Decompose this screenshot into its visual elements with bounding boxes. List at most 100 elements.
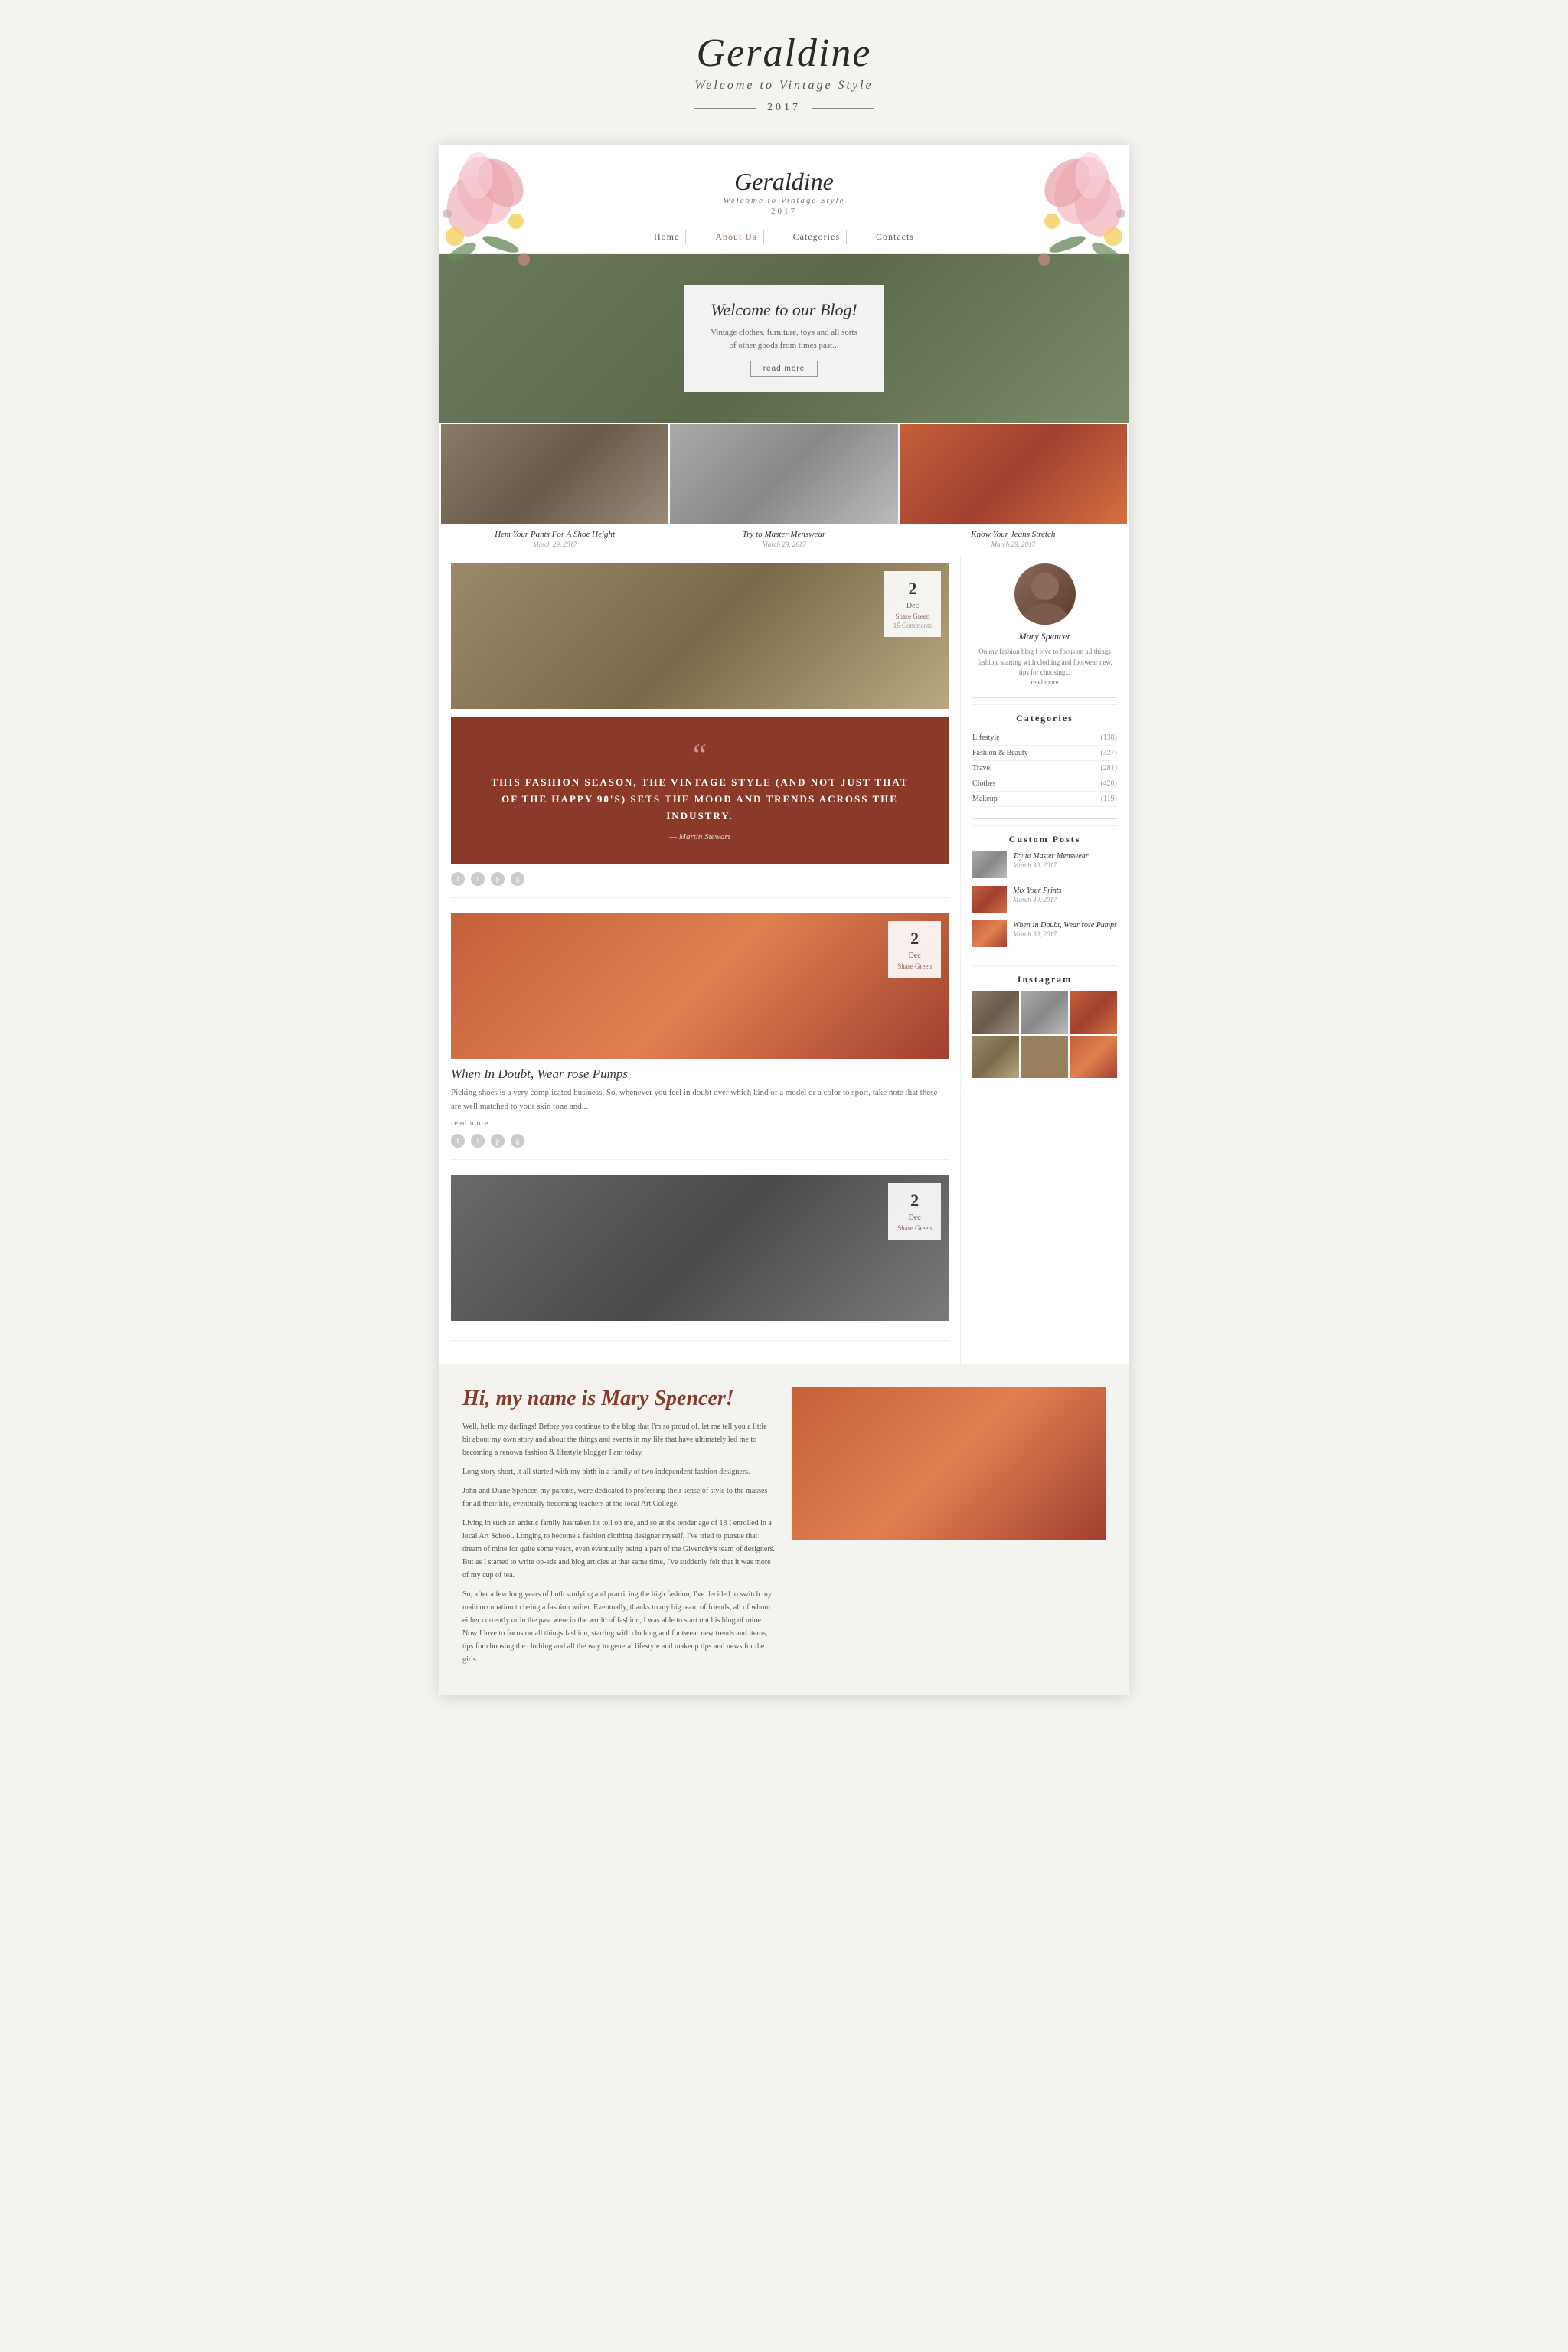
post-month-1: Dec [893, 601, 932, 612]
hero-section: Welcome to our Blog! Vintage clothes, fu… [439, 254, 1129, 423]
thumb-date-1: March 29, 2017 [441, 541, 668, 554]
post-comments-1: 15 Comments [893, 621, 932, 631]
post-image-1: 2 Dec Share Green 15 Comments [451, 564, 949, 709]
instagram-grid [972, 991, 1117, 1078]
category-makeup-count: (119) [1101, 795, 1117, 803]
about-heading: Hi, my name is Mary Spencer! [462, 1387, 776, 1411]
post-cat-1: Share Green [893, 612, 932, 622]
nav-home[interactable]: Home [648, 230, 686, 244]
post-social-icons-2: f t p g [451, 1134, 949, 1148]
thumb-date-2: March 29, 2017 [670, 541, 897, 554]
nav-contacts[interactable]: Contacts [870, 230, 920, 244]
thumb-post-3[interactable]: Know Your Jeans Stretch March 29, 2017 [900, 424, 1127, 554]
category-fashion-label: Fashion & Beauty [972, 749, 1028, 757]
category-lifestyle[interactable]: Lifestyle (138) [972, 730, 1117, 746]
post-cat-3: Share Green [897, 1223, 932, 1233]
custom-post-info-3: When In Doubt, Wear rose Pumps March 30,… [1013, 920, 1117, 938]
custom-post-2[interactable]: Mix Your Prints March 30, 2017 [972, 886, 1117, 913]
thumb-post-1[interactable]: Hem Your Pants For A Shoe Height March 2… [441, 424, 668, 554]
thumb-post-2[interactable]: Try to Master Menswear March 29, 2017 [670, 424, 897, 554]
thumb-title-2: Try to Master Menswear [670, 524, 897, 541]
custom-post-title-1: Try to Master Menswear [1013, 851, 1117, 861]
facebook-icon[interactable]: f [451, 872, 465, 886]
custom-post-1[interactable]: Try to Master Menswear March 30, 2017 [972, 851, 1117, 878]
outer-header: Geraldine Welcome to Vintage Style 2017 [439, 0, 1129, 129]
author-name: Mary Spencer [972, 631, 1117, 642]
author-read-more[interactable]: read more [972, 678, 1117, 686]
thumb-image-1 [441, 424, 668, 524]
instagram-thumb-2[interactable] [1021, 991, 1068, 1034]
custom-post-thumb-3 [972, 920, 1007, 947]
thumb-title-1: Hem Your Pants For A Shoe Height [441, 524, 668, 541]
main-navigation: Home About Us Categories Contacts [439, 224, 1129, 254]
about-para-1: Well, hello my darlings! Before you cont… [462, 1420, 776, 1459]
post-date-badge-3: 2 Dec Share Green [888, 1183, 941, 1239]
category-travel[interactable]: Travel (281) [972, 761, 1117, 776]
post-read-more-2[interactable]: read more [451, 1119, 949, 1128]
pinterest-icon-2[interactable]: p [491, 1134, 505, 1148]
custom-post-date-2: March 30, 2017 [1013, 896, 1117, 903]
custom-posts-title: Custom Posts [972, 834, 1117, 845]
nav-about[interactable]: About Us [709, 230, 763, 244]
site-tagline: Welcome to Vintage Style [455, 79, 1113, 93]
google-icon-2[interactable]: g [511, 1134, 524, 1148]
thumb-title-3: Know Your Jeans Stretch [900, 524, 1127, 541]
sidebar-divider-2 [972, 818, 1117, 819]
quote-author: — Martin Stewart [482, 832, 918, 841]
hero-title: Welcome to our Blog! [707, 300, 861, 320]
twitter-icon[interactable]: t [471, 872, 485, 886]
quote-block: “ THIS FASHION SEASON, THE VINTAGE STYLE… [451, 717, 949, 864]
category-travel-count: (281) [1100, 764, 1117, 773]
instagram-thumb-6[interactable] [1070, 1036, 1117, 1078]
instagram-thumb-5[interactable] [1021, 1036, 1068, 1078]
inner-site-year: 2017 [455, 207, 1113, 216]
blog-posts-column: 2 Dec Share Green 15 Comments “ THIS FAS… [439, 556, 960, 1364]
sidebar-categories: Categories Lifestyle (138) Fashion & Bea… [972, 704, 1117, 807]
facebook-icon-2[interactable]: f [451, 1134, 465, 1148]
instagram-thumb-1[interactable] [972, 991, 1019, 1034]
post-date-badge-2: 2 Dec Share Green [888, 921, 941, 977]
sidebar: Mary Spencer On my fashion blog I love t… [960, 556, 1129, 1364]
post-excerpt-2: Picking shoes is a very complicated busi… [451, 1086, 949, 1113]
inner-site-tagline: Welcome to Vintage Style [455, 196, 1113, 205]
custom-post-date-3: March 30, 2017 [1013, 930, 1117, 938]
instagram-thumb-4[interactable] [972, 1036, 1019, 1078]
about-image [792, 1387, 1106, 1540]
blog-post-2: 2 Dec Share Green When In Doubt, Wear ro… [451, 913, 949, 1160]
hero-read-more-button[interactable]: read more [750, 361, 818, 377]
post-date-badge-1: 2 Dec Share Green 15 Comments [884, 571, 941, 637]
custom-post-thumb-1 [972, 851, 1007, 878]
about-para-3: John and Diane Spencer, my parents, were… [462, 1485, 776, 1511]
site-title: Geraldine [455, 31, 1113, 76]
category-makeup-label: Makeup [972, 795, 998, 803]
category-clothes[interactable]: Clothes (420) [972, 776, 1117, 792]
content-area: 2 Dec Share Green 15 Comments “ THIS FAS… [439, 556, 1129, 1364]
inner-header: Geraldine Welcome to Vintage Style 2017 [439, 145, 1129, 224]
thumbnail-posts-grid: Hem Your Pants For A Shoe Height March 2… [439, 423, 1129, 556]
post-image-3: 2 Dec Share Green [451, 1175, 949, 1321]
post-image-2: 2 Dec Share Green [451, 913, 949, 1059]
instagram-thumb-3[interactable] [1070, 991, 1117, 1034]
category-clothes-label: Clothes [972, 779, 996, 788]
hero-text: Vintage clothes, furniture, toys and all… [707, 326, 861, 351]
quote-mark: “ [482, 740, 918, 770]
author-avatar [1014, 564, 1076, 625]
custom-post-info-1: Try to Master Menswear March 30, 2017 [1013, 851, 1117, 869]
sidebar-custom-posts: Custom Posts Try to Master Menswear Marc… [972, 825, 1117, 947]
thumb-image-3 [900, 424, 1127, 524]
post-title-2: When In Doubt, Wear rose Pumps [451, 1067, 949, 1082]
divider-left [694, 108, 756, 109]
year-divider: 2017 [455, 102, 1113, 114]
category-fashion[interactable]: Fashion & Beauty (327) [972, 746, 1117, 761]
categories-title: Categories [972, 713, 1117, 724]
custom-post-info-2: Mix Your Prints March 30, 2017 [1013, 886, 1117, 903]
post-day-1: 2 [893, 577, 932, 601]
blog-post-1: 2 Dec Share Green 15 Comments “ THIS FAS… [451, 564, 949, 898]
nav-categories[interactable]: Categories [787, 230, 847, 244]
google-icon[interactable]: g [511, 872, 524, 886]
about-para-4: Living in such an artistic family has ta… [462, 1517, 776, 1582]
category-makeup[interactable]: Makeup (119) [972, 792, 1117, 807]
pinterest-icon[interactable]: p [491, 872, 505, 886]
custom-post-3[interactable]: When In Doubt, Wear rose Pumps March 30,… [972, 920, 1117, 947]
twitter-icon-2[interactable]: t [471, 1134, 485, 1148]
